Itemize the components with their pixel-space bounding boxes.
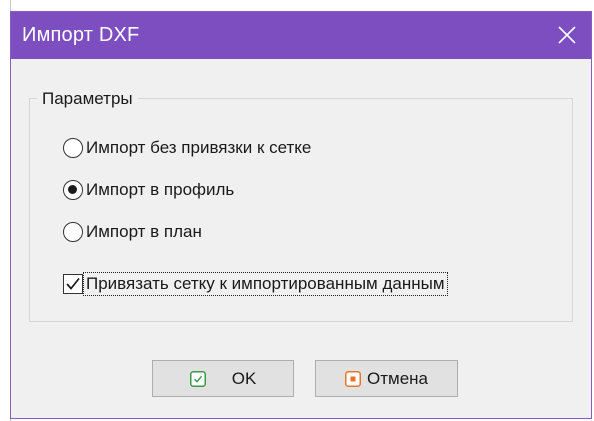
- snap-grid-label[interactable]: Привязать сетку к импортированным данным: [83, 272, 448, 296]
- checkmark-icon: [66, 277, 80, 290]
- snap-grid-checkbox-row[interactable]: Привязать сетку к импортированным данным: [63, 270, 448, 298]
- import-dxf-dialog: Импорт DXF Параметры Импорт без привязки…: [10, 11, 592, 419]
- dialog-title: Импорт DXF: [22, 24, 140, 46]
- ok-button-label: OK: [231, 368, 257, 388]
- radio-import-plan[interactable]: Импорт в план: [63, 219, 202, 245]
- snap-grid-checkbox[interactable]: [63, 274, 83, 294]
- cancel-icon: [345, 370, 361, 387]
- radio-label[interactable]: Импорт без привязки к сетке: [86, 138, 311, 158]
- ok-checkmark-icon: [189, 370, 206, 387]
- ok-button[interactable]: OK: [152, 360, 294, 397]
- radio-import-profile[interactable]: Импорт в профиль: [63, 177, 234, 203]
- close-button[interactable]: [544, 12, 591, 59]
- title-bar[interactable]: Импорт DXF: [11, 12, 591, 59]
- cancel-button[interactable]: Отмена: [315, 360, 458, 397]
- radio-button-checked[interactable]: [63, 180, 83, 200]
- radio-import-no-snap[interactable]: Импорт без привязки к сетке: [63, 135, 311, 161]
- close-icon: [558, 26, 576, 44]
- radio-button[interactable]: [63, 222, 83, 242]
- radio-label[interactable]: Импорт в план: [86, 222, 202, 242]
- radio-label[interactable]: Импорт в профиль: [86, 180, 234, 200]
- cancel-button-label: Отмена: [367, 368, 428, 388]
- radio-button[interactable]: [63, 138, 83, 158]
- parameters-legend: Параметры: [37, 89, 138, 109]
